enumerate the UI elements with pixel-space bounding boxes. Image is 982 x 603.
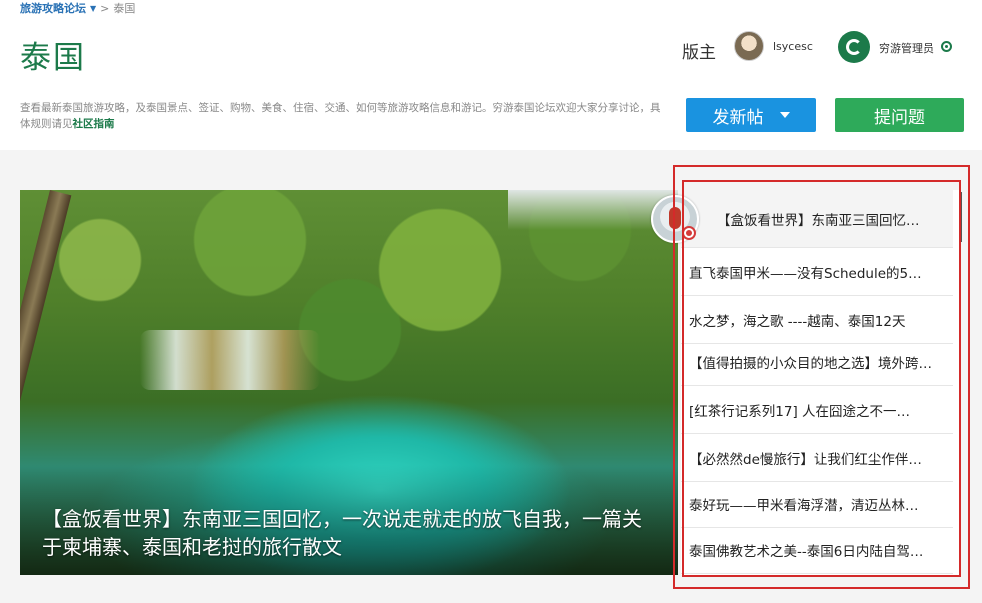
description-text: 查看最新泰国旅游攻略，及泰国景点、签证、购物、美食、住宿、交通、如何等旅游攻略信…: [20, 102, 661, 130]
page-title: 泰国: [20, 40, 86, 76]
verified-icon: [941, 41, 952, 52]
community-guide-link[interactable]: 社区指南: [73, 118, 115, 130]
new-post-label: 发新帖: [712, 107, 764, 127]
breadcrumb-separator: >: [100, 1, 110, 15]
moderator-avatar[interactable]: [734, 31, 764, 61]
annotation-box-inner: [682, 180, 961, 577]
new-post-button[interactable]: 发新帖: [686, 98, 816, 132]
moderator-label: 版主: [682, 43, 716, 63]
caret-down-icon: [779, 112, 790, 118]
forum-header: 旅游攻略论坛 ▼ > 泰国 泰国 查看最新泰国旅游攻略，及泰国景点、签证、购物、…: [0, 0, 982, 150]
admin-logo-icon[interactable]: [838, 31, 870, 63]
featured-title[interactable]: 【盒饭看世界】东南亚三国回忆，一次说走就走的放飞自我，一篇关于柬埔寨、泰国和老挝…: [42, 505, 642, 561]
waterfall: [140, 330, 320, 390]
breadcrumb-forum-link[interactable]: 旅游攻略论坛: [20, 0, 86, 16]
forum-description: 查看最新泰国旅游攻略，及泰国景点、签证、购物、美食、住宿、交通、如何等旅游攻略信…: [20, 100, 670, 132]
featured-image[interactable]: 【盒饭看世界】东南亚三国回忆，一次说走就走的放飞自我，一篇关于柬埔寨、泰国和老挝…: [20, 190, 678, 575]
moderator-name[interactable]: lsycesc: [773, 40, 813, 53]
chevron-down-icon[interactable]: ▼: [90, 4, 96, 13]
breadcrumb: 旅游攻略论坛 ▼ > 泰国: [20, 0, 135, 16]
breadcrumb-current: 泰国: [113, 2, 136, 15]
admin-name[interactable]: 穷游管理员: [879, 40, 934, 56]
ask-question-button[interactable]: 提问题: [835, 98, 964, 132]
